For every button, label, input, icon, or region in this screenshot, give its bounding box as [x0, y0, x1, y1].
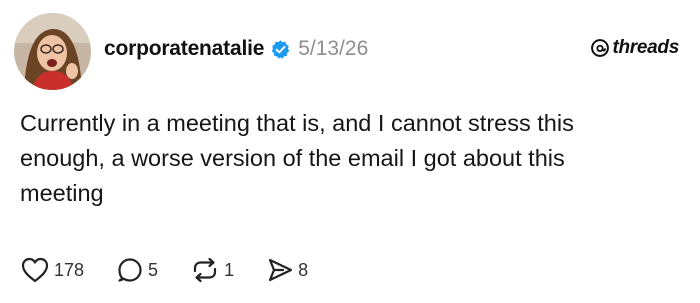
comment-count: 5 — [148, 259, 159, 280]
comment-button[interactable]: 5 — [116, 256, 158, 284]
threads-brand: threads — [590, 37, 679, 59]
post-text-line: Currently in a meeting that is, and I ca… — [20, 110, 574, 136]
post-header: corporatenatalie 5/13/26 — [104, 33, 368, 65]
comment-icon — [118, 258, 142, 282]
username-link[interactable]: corporatenatalie — [104, 37, 264, 61]
post-date: 5/13/26 — [298, 37, 369, 60]
post-actions: 178 5 1 8 — [20, 255, 340, 285]
post-text: Currently in a meeting that is, and I ca… — [20, 106, 680, 211]
repost-count: 1 — [224, 259, 235, 280]
share-icon — [268, 258, 293, 282]
threads-logo-icon — [590, 38, 610, 58]
threads-wordmark: threads — [612, 37, 679, 58]
threads-post-card: corporatenatalie 5/13/26 threads Current… — [0, 0, 700, 303]
post-text-line: meeting — [20, 180, 104, 206]
verified-badge-icon — [270, 39, 291, 60]
like-button[interactable]: 178 — [20, 256, 84, 284]
repost-icon — [193, 257, 217, 283]
avatar-image — [14, 13, 91, 90]
post-text-line: enough, a worse version of the email I g… — [20, 145, 565, 171]
share-count: 8 — [298, 259, 309, 280]
share-button[interactable]: 8 — [266, 256, 308, 284]
avatar[interactable] — [14, 13, 91, 90]
like-count: 178 — [54, 259, 85, 280]
repost-button[interactable]: 1 — [190, 256, 234, 284]
heart-icon — [21, 257, 49, 283]
